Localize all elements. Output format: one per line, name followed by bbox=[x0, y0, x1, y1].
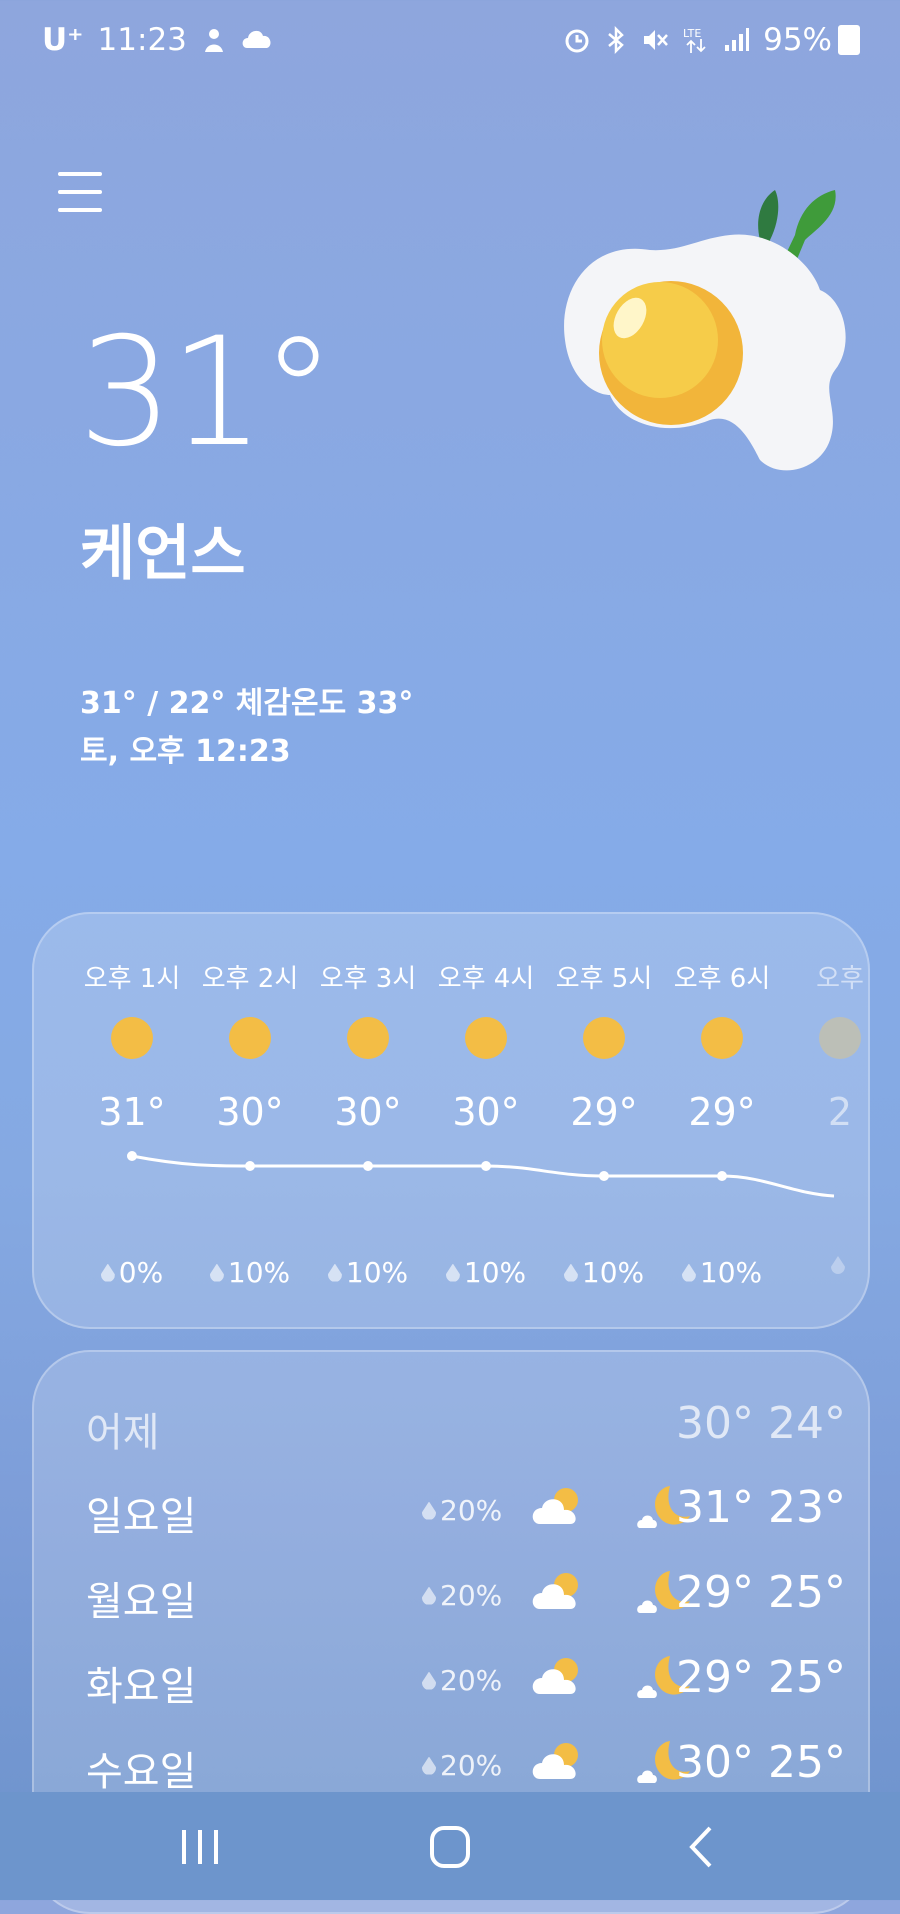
day-rain-chance: 20% bbox=[422, 1664, 502, 1697]
lte-icon: LTE bbox=[683, 25, 709, 55]
navigation-bar bbox=[0, 1792, 900, 1900]
hour-rain-chance: 0% bbox=[73, 1256, 191, 1289]
hour-temperature: 30° bbox=[334, 1090, 402, 1134]
battery-icon bbox=[838, 25, 860, 55]
rain-drop-icon bbox=[100, 1263, 115, 1282]
menu-icon[interactable] bbox=[58, 172, 102, 212]
hour-time: 오후 6시 bbox=[673, 964, 771, 994]
rain-drop-icon bbox=[327, 1263, 342, 1282]
sun-icon bbox=[583, 1017, 625, 1059]
hour-time: 오후 2시 bbox=[201, 964, 299, 994]
rain-drop-icon bbox=[422, 1501, 436, 1520]
home-button[interactable] bbox=[420, 1820, 480, 1874]
day-temperatures: 31° 23° bbox=[676, 1482, 846, 1533]
day-name: 화요일 bbox=[86, 1664, 197, 1710]
battery-percent: 95% bbox=[763, 22, 832, 58]
sun-icon bbox=[229, 1017, 271, 1059]
partly-cloudy-icon bbox=[532, 1488, 578, 1524]
day-temperatures: 30° 25° bbox=[676, 1737, 846, 1788]
daily-row[interactable]: 일요일 20% 31° 23° bbox=[86, 1480, 846, 1540]
hour-time: 오후 1시 bbox=[83, 964, 181, 994]
hour-rain-chance: 10% bbox=[191, 1256, 309, 1289]
rain-drop-icon bbox=[422, 1671, 436, 1690]
svg-text:LTE: LTE bbox=[683, 27, 701, 40]
carrier-label: U⁺ bbox=[42, 22, 84, 58]
day-name: 어제 bbox=[86, 1410, 160, 1456]
hour-time: 오후 3시 bbox=[319, 964, 417, 994]
hour-temperature: 31° bbox=[98, 1090, 166, 1134]
day-rain-chance: 20% bbox=[422, 1579, 502, 1612]
hour-time: 오후 5시 bbox=[555, 964, 653, 994]
mute-icon bbox=[641, 26, 669, 54]
hour-time: 오후 bbox=[816, 964, 864, 994]
sun-icon bbox=[111, 1017, 153, 1059]
alarm-icon bbox=[563, 26, 591, 54]
weather-illustration bbox=[564, 190, 846, 471]
hour-temperature: 30° bbox=[452, 1090, 520, 1134]
hourly-forecast-card[interactable]: 오후 1시 31° 0% 오후 2시 30° 10% 오후 3시 30° 10%… bbox=[32, 912, 870, 1329]
clock: 11:23 bbox=[97, 22, 187, 58]
hour-rain-chance: 10% bbox=[309, 1256, 427, 1289]
sun-icon bbox=[465, 1017, 507, 1059]
day-name: 월요일 bbox=[86, 1579, 197, 1625]
sun-icon bbox=[819, 1017, 861, 1059]
daily-row[interactable]: 수요일 20% 30° 25° bbox=[86, 1735, 846, 1795]
hour-temperature: 29° bbox=[570, 1090, 638, 1134]
update-datetime: 토, 오후 12:23 bbox=[80, 734, 291, 769]
rain-drop-icon bbox=[422, 1756, 436, 1775]
location-name[interactable]: 케언스 bbox=[80, 505, 246, 592]
hour-temperature: 30° bbox=[216, 1090, 284, 1134]
partly-cloudy-icon bbox=[532, 1743, 578, 1779]
partly-cloudy-icon bbox=[532, 1573, 578, 1609]
hour-temperature: 29° bbox=[688, 1090, 756, 1134]
rain-drop-icon bbox=[563, 1263, 578, 1282]
daily-row[interactable]: 화요일 20% 29° 25° bbox=[86, 1650, 846, 1710]
rain-drop-icon bbox=[445, 1263, 460, 1282]
day-temperatures: 30° 24° bbox=[676, 1398, 846, 1449]
weather-notification-icon bbox=[241, 26, 275, 54]
sun-icon bbox=[347, 1017, 389, 1059]
hour-rain-chance: 10% bbox=[427, 1256, 545, 1289]
day-temperatures: 29° 25° bbox=[676, 1567, 846, 1618]
rain-drop-icon bbox=[681, 1263, 696, 1282]
hour-rain-chance bbox=[781, 1256, 868, 1274]
notification-icon bbox=[201, 26, 227, 54]
hour-time: 오후 4시 bbox=[437, 964, 535, 994]
hour-temperature: 2 bbox=[827, 1090, 853, 1134]
rain-drop-icon bbox=[831, 1256, 845, 1274]
current-temperature: 31° bbox=[78, 306, 336, 480]
partly-cloudy-icon bbox=[532, 1658, 578, 1694]
recent-apps-button[interactable] bbox=[170, 1820, 230, 1874]
sun-icon bbox=[701, 1017, 743, 1059]
status-bar: U⁺ 11:23 LTE 95% bbox=[0, 0, 900, 90]
signal-icon bbox=[723, 27, 750, 53]
day-rain-chance: 20% bbox=[422, 1749, 502, 1782]
back-button[interactable] bbox=[672, 1820, 732, 1874]
day-name: 일요일 bbox=[86, 1494, 197, 1540]
daily-row[interactable]: 월요일 20% 29° 25° bbox=[86, 1565, 846, 1625]
rain-drop-icon bbox=[422, 1586, 436, 1605]
yesterday-row[interactable]: 어제 30° 24° bbox=[86, 1396, 846, 1456]
hour-rain-chance: 10% bbox=[545, 1256, 663, 1289]
bluetooth-icon bbox=[605, 26, 627, 54]
day-rain-chance: 20% bbox=[422, 1494, 502, 1527]
rain-drop-icon bbox=[209, 1263, 224, 1282]
hour-rain-chance: 10% bbox=[663, 1256, 781, 1289]
day-temperatures: 29° 25° bbox=[676, 1652, 846, 1703]
temperature-summary: 31° / 22° 체감온도 33° bbox=[80, 686, 414, 721]
day-name: 수요일 bbox=[86, 1749, 197, 1795]
